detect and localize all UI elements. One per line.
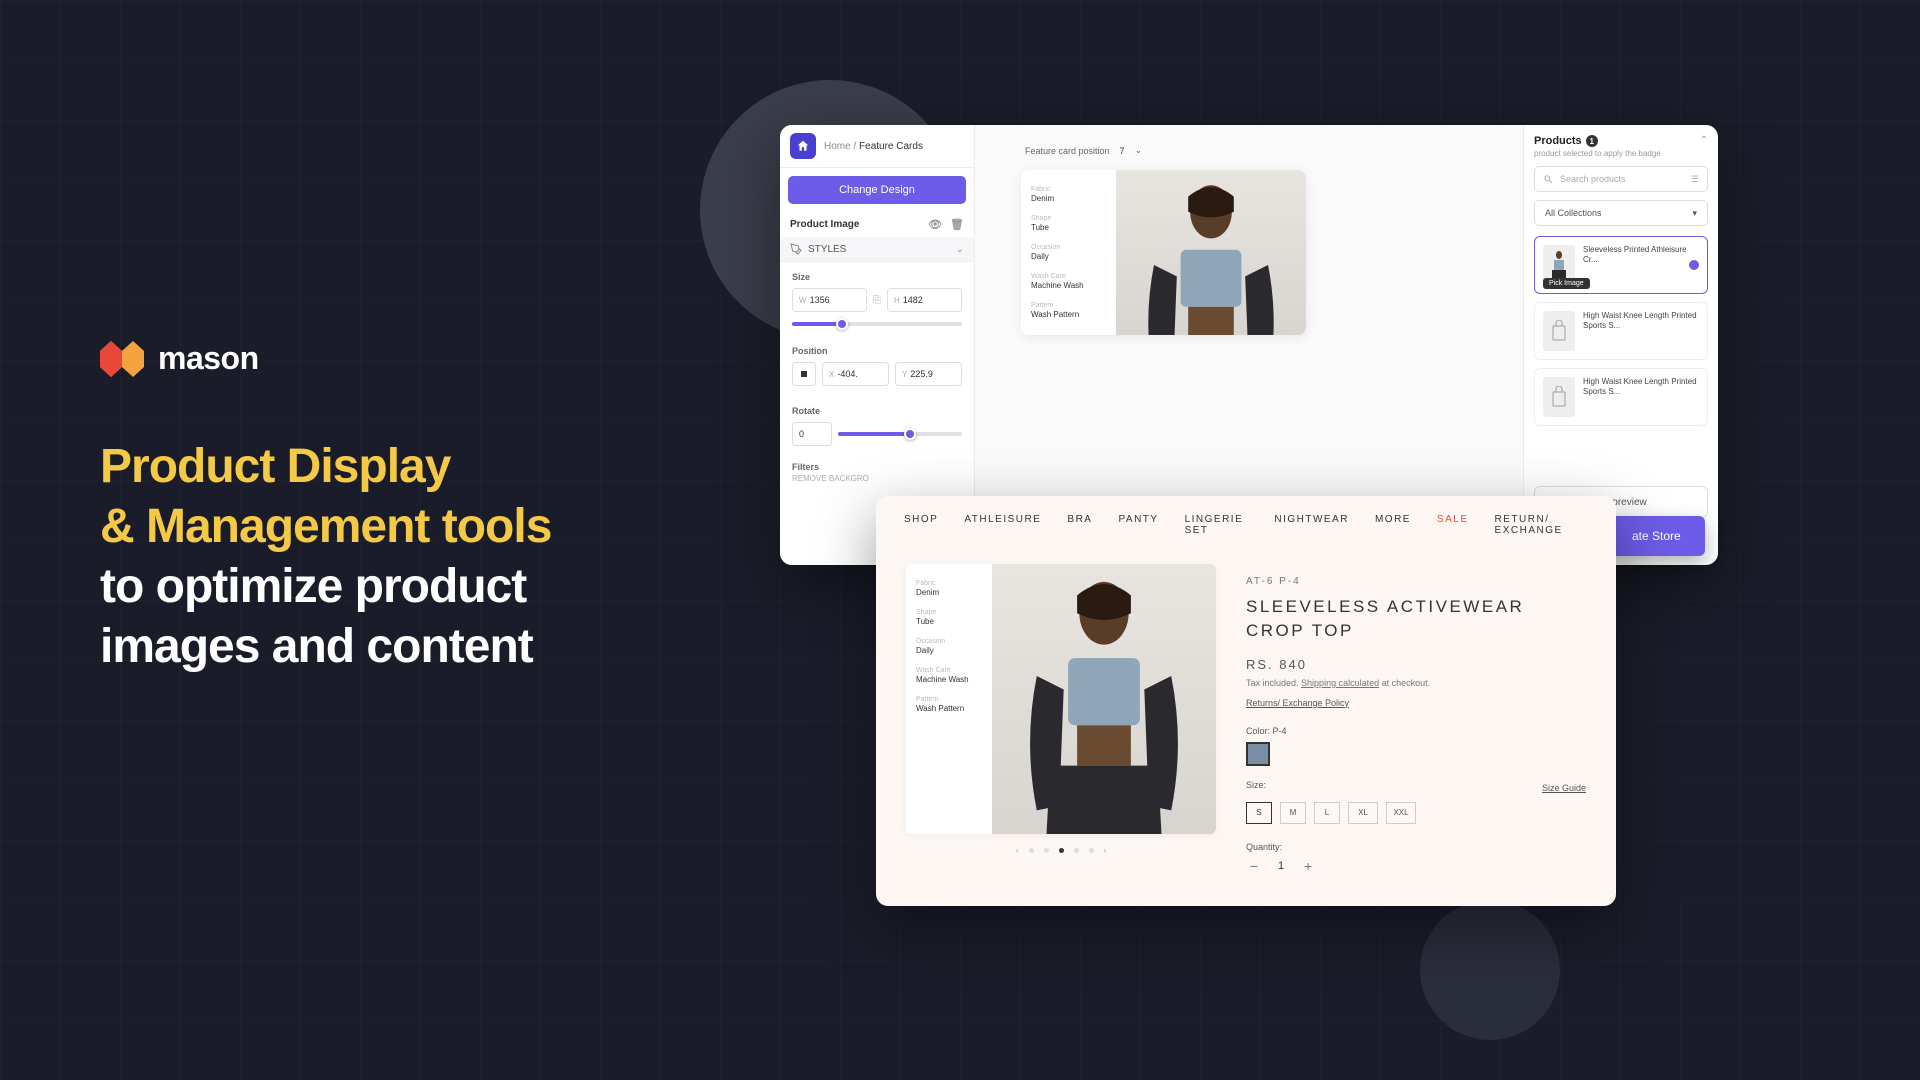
product-thumb bbox=[1543, 377, 1575, 417]
color-swatch[interactable] bbox=[1246, 742, 1270, 766]
chevron-down-icon: ⌄ bbox=[1135, 145, 1143, 156]
qty-value: 1 bbox=[1278, 860, 1284, 872]
returns-link[interactable]: Returns/ Exchange Policy bbox=[1246, 698, 1586, 708]
brand-name: mason bbox=[158, 340, 259, 377]
product-item[interactable]: High Waist Knee Length Printed Sports S.… bbox=[1534, 368, 1708, 426]
search-input[interactable]: Search products ☰ bbox=[1534, 166, 1708, 192]
feature-attrs: FabricDenim ShapeTube OccasionDaily Wash… bbox=[1021, 170, 1116, 335]
nav-link[interactable]: BRA bbox=[1067, 514, 1092, 536]
product-info: AT-6 P-4 SLEEVELESS ACTIVEWEAR CROP TOP … bbox=[1246, 564, 1586, 874]
product-title: SLEEVELESS ACTIVEWEAR CROP TOP bbox=[1246, 595, 1586, 643]
collections-dropdown[interactable]: All Collections▾ bbox=[1534, 200, 1708, 226]
feature-image bbox=[1116, 170, 1306, 335]
nav-link[interactable]: MORE bbox=[1375, 514, 1411, 536]
nav-link-sale[interactable]: SALE bbox=[1437, 514, 1469, 536]
nav-link[interactable]: PANTY bbox=[1118, 514, 1158, 536]
anchor-picker[interactable] bbox=[792, 362, 816, 386]
chevron-right-icon[interactable]: › bbox=[1104, 846, 1107, 855]
qty-label: Quantity: bbox=[1246, 842, 1586, 852]
logo-mark-icon bbox=[100, 341, 144, 377]
product-gallery: FabricDenim ShapeTube OccasionDaily Wash… bbox=[906, 564, 1216, 874]
storefront-nav: SHOP ATHLEISURE BRA PANTY LINGERIE SET N… bbox=[876, 496, 1616, 554]
search-icon bbox=[1543, 174, 1554, 185]
qty-decrement[interactable]: − bbox=[1246, 858, 1262, 874]
size-label: Size: bbox=[1246, 780, 1266, 790]
remove-bg-option[interactable]: REMOVE BACKGRO bbox=[780, 474, 974, 483]
product-item[interactable]: Sleeveless Printed Athleisure Cr... Pick… bbox=[1534, 236, 1708, 294]
radio-selected[interactable] bbox=[1689, 260, 1699, 270]
height-input[interactable]: H1482 bbox=[887, 288, 962, 312]
size-option[interactable]: S bbox=[1246, 802, 1272, 824]
size-options: S M L XL XXL bbox=[1246, 802, 1586, 824]
link-icon[interactable]: ⎘ bbox=[873, 288, 881, 312]
pos-y-input[interactable]: Y225.9 bbox=[895, 362, 962, 386]
qty-increment[interactable]: + bbox=[1300, 858, 1316, 874]
tax-note: Tax included. Shipping calculated at che… bbox=[1246, 678, 1586, 688]
nav-link[interactable]: LINGERIE SET bbox=[1185, 514, 1249, 536]
product-image-header: Product Image 👁🗑 bbox=[780, 212, 974, 237]
width-input[interactable]: W1356 bbox=[792, 288, 867, 312]
model-illustration bbox=[1116, 170, 1306, 335]
nav-link[interactable]: SHOP bbox=[904, 514, 938, 536]
size-option[interactable]: M bbox=[1280, 802, 1306, 824]
qty-stepper: − 1 + bbox=[1246, 858, 1586, 874]
size-control: Size W1356 ⎘ H1482 bbox=[780, 262, 974, 336]
rotate-input[interactable]: 0 bbox=[792, 422, 832, 446]
chevron-left-icon[interactable]: ‹ bbox=[1016, 846, 1019, 855]
gallery-pagination[interactable]: ‹ › bbox=[906, 846, 1216, 855]
chevron-down-icon: ⌄ bbox=[956, 244, 964, 255]
filter-icon[interactable]: ☰ bbox=[1691, 174, 1699, 185]
product-item[interactable]: High Waist Knee Length Printed Sports S.… bbox=[1534, 302, 1708, 360]
size-option[interactable]: L bbox=[1314, 802, 1340, 824]
product-sku: AT-6 P-4 bbox=[1246, 576, 1586, 587]
create-store-button[interactable]: ate Store bbox=[1608, 516, 1705, 556]
size-guide-link[interactable]: Size Guide bbox=[1542, 783, 1586, 793]
product-thumb bbox=[1543, 311, 1575, 351]
products-subtitle: product selected to apply the badge bbox=[1534, 149, 1708, 158]
size-option[interactable]: XXL bbox=[1386, 802, 1416, 824]
nav-link[interactable]: ATHLEISURE bbox=[964, 514, 1041, 536]
size-option[interactable]: XL bbox=[1348, 802, 1378, 824]
hero-section: mason Product Display & Management tools… bbox=[100, 340, 750, 677]
chevron-up-icon[interactable]: ⌃ bbox=[1700, 135, 1708, 146]
storefront-window: SHOP ATHLEISURE BRA PANTY LINGERIE SET N… bbox=[876, 496, 1616, 906]
products-title: Products1 bbox=[1534, 135, 1708, 147]
position-control: Position X-404. Y225.9 bbox=[780, 336, 974, 396]
home-button[interactable] bbox=[790, 133, 816, 159]
color-label: Color: P-4 bbox=[1246, 726, 1586, 736]
pick-image-button[interactable]: Pick Image bbox=[1543, 278, 1590, 289]
shipping-link[interactable]: Shipping calculated bbox=[1301, 678, 1379, 688]
nav-link[interactable]: RETURN/ EXCHANGE bbox=[1495, 514, 1588, 536]
product-price: RS. 840 bbox=[1246, 657, 1586, 672]
rotate-slider[interactable] bbox=[838, 432, 962, 436]
brush-icon bbox=[790, 243, 802, 255]
pos-x-input[interactable]: X-404. bbox=[822, 362, 889, 386]
filters-label: Filters bbox=[780, 456, 974, 474]
pdp-image bbox=[992, 564, 1216, 834]
editor-topbar: Home / Feature Cards bbox=[780, 125, 974, 168]
headline: Product Display & Management tools to op… bbox=[100, 437, 750, 677]
pdp-attrs: FabricDenim ShapeTube OccasionDaily Wash… bbox=[906, 564, 992, 834]
brand-logo: mason bbox=[100, 340, 750, 377]
feature-card-position[interactable]: Feature card position 7 ⌄ bbox=[1005, 145, 1493, 156]
size-slider[interactable] bbox=[792, 322, 962, 326]
caret-down-icon: ▾ bbox=[1692, 208, 1697, 219]
model-illustration bbox=[992, 564, 1216, 834]
nav-link[interactable]: NIGHTWEAR bbox=[1274, 514, 1349, 536]
visibility-icon[interactable]: 👁 bbox=[928, 218, 942, 231]
breadcrumb[interactable]: Home / Feature Cards bbox=[824, 141, 923, 152]
delete-icon[interactable]: 🗑 bbox=[950, 218, 964, 231]
feature-card-preview: FabricDenim ShapeTube OccasionDaily Wash… bbox=[1021, 170, 1306, 335]
change-design-button[interactable]: Change Design bbox=[788, 176, 966, 204]
rotate-control: Rotate 0 bbox=[780, 396, 974, 456]
styles-accordion[interactable]: STYLES ⌄ bbox=[780, 237, 974, 262]
